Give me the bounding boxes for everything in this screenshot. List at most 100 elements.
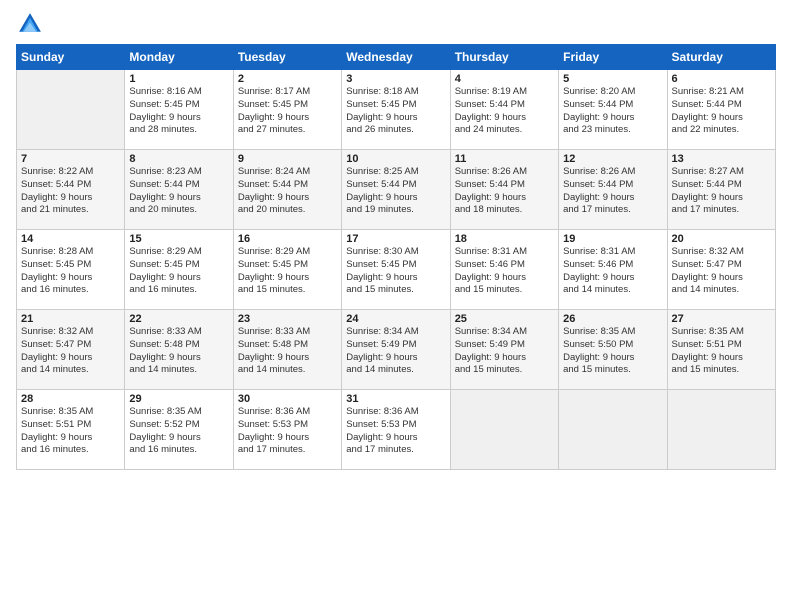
day-number: 3 <box>346 73 445 85</box>
day-number: 17 <box>346 233 445 245</box>
day-info: Sunrise: 8:32 AMSunset: 5:47 PMDaylight:… <box>672 246 771 297</box>
day-number: 24 <box>346 313 445 325</box>
calendar-week-2: 14Sunrise: 8:28 AMSunset: 5:45 PMDayligh… <box>17 230 776 310</box>
day-number: 2 <box>238 73 337 85</box>
calendar-cell <box>667 390 775 470</box>
day-info: Sunrise: 8:29 AMSunset: 5:45 PMDaylight:… <box>129 246 228 297</box>
calendar-cell: 3Sunrise: 8:18 AMSunset: 5:45 PMDaylight… <box>342 70 450 150</box>
calendar-cell: 15Sunrise: 8:29 AMSunset: 5:45 PMDayligh… <box>125 230 233 310</box>
calendar-cell: 1Sunrise: 8:16 AMSunset: 5:45 PMDaylight… <box>125 70 233 150</box>
calendar-cell: 28Sunrise: 8:35 AMSunset: 5:51 PMDayligh… <box>17 390 125 470</box>
day-info: Sunrise: 8:28 AMSunset: 5:45 PMDaylight:… <box>21 246 120 297</box>
calendar-cell: 4Sunrise: 8:19 AMSunset: 5:44 PMDaylight… <box>450 70 558 150</box>
calendar-cell: 9Sunrise: 8:24 AMSunset: 5:44 PMDaylight… <box>233 150 341 230</box>
header-monday: Monday <box>125 45 233 70</box>
day-info: Sunrise: 8:35 AMSunset: 5:52 PMDaylight:… <box>129 406 228 457</box>
page-container: SundayMondayTuesdayWednesdayThursdayFrid… <box>0 0 792 480</box>
calendar-cell: 10Sunrise: 8:25 AMSunset: 5:44 PMDayligh… <box>342 150 450 230</box>
day-number: 13 <box>672 153 771 165</box>
day-info: Sunrise: 8:35 AMSunset: 5:50 PMDaylight:… <box>563 326 662 377</box>
day-number: 9 <box>238 153 337 165</box>
day-number: 5 <box>563 73 662 85</box>
day-number: 12 <box>563 153 662 165</box>
day-info: Sunrise: 8:20 AMSunset: 5:44 PMDaylight:… <box>563 86 662 137</box>
calendar-cell: 23Sunrise: 8:33 AMSunset: 5:48 PMDayligh… <box>233 310 341 390</box>
day-info: Sunrise: 8:16 AMSunset: 5:45 PMDaylight:… <box>129 86 228 137</box>
day-info: Sunrise: 8:33 AMSunset: 5:48 PMDaylight:… <box>238 326 337 377</box>
day-info: Sunrise: 8:21 AMSunset: 5:44 PMDaylight:… <box>672 86 771 137</box>
day-info: Sunrise: 8:33 AMSunset: 5:48 PMDaylight:… <box>129 326 228 377</box>
calendar-cell: 13Sunrise: 8:27 AMSunset: 5:44 PMDayligh… <box>667 150 775 230</box>
calendar-cell: 25Sunrise: 8:34 AMSunset: 5:49 PMDayligh… <box>450 310 558 390</box>
day-info: Sunrise: 8:18 AMSunset: 5:45 PMDaylight:… <box>346 86 445 137</box>
calendar-week-4: 28Sunrise: 8:35 AMSunset: 5:51 PMDayligh… <box>17 390 776 470</box>
day-info: Sunrise: 8:17 AMSunset: 5:45 PMDaylight:… <box>238 86 337 137</box>
day-number: 1 <box>129 73 228 85</box>
day-info: Sunrise: 8:31 AMSunset: 5:46 PMDaylight:… <box>455 246 554 297</box>
day-info: Sunrise: 8:26 AMSunset: 5:44 PMDaylight:… <box>563 166 662 217</box>
day-info: Sunrise: 8:35 AMSunset: 5:51 PMDaylight:… <box>672 326 771 377</box>
day-info: Sunrise: 8:29 AMSunset: 5:45 PMDaylight:… <box>238 246 337 297</box>
day-number: 26 <box>563 313 662 325</box>
calendar-cell: 16Sunrise: 8:29 AMSunset: 5:45 PMDayligh… <box>233 230 341 310</box>
day-number: 8 <box>129 153 228 165</box>
header-tuesday: Tuesday <box>233 45 341 70</box>
day-info: Sunrise: 8:31 AMSunset: 5:46 PMDaylight:… <box>563 246 662 297</box>
calendar-cell: 21Sunrise: 8:32 AMSunset: 5:47 PMDayligh… <box>17 310 125 390</box>
day-info: Sunrise: 8:24 AMSunset: 5:44 PMDaylight:… <box>238 166 337 217</box>
day-number: 14 <box>21 233 120 245</box>
calendar-week-1: 7Sunrise: 8:22 AMSunset: 5:44 PMDaylight… <box>17 150 776 230</box>
header-wednesday: Wednesday <box>342 45 450 70</box>
calendar-cell <box>17 70 125 150</box>
calendar-cell: 14Sunrise: 8:28 AMSunset: 5:45 PMDayligh… <box>17 230 125 310</box>
calendar-table: SundayMondayTuesdayWednesdayThursdayFrid… <box>16 44 776 470</box>
calendar-cell <box>559 390 667 470</box>
day-info: Sunrise: 8:22 AMSunset: 5:44 PMDaylight:… <box>21 166 120 217</box>
logo-area <box>16 10 46 38</box>
day-info: Sunrise: 8:32 AMSunset: 5:47 PMDaylight:… <box>21 326 120 377</box>
calendar-cell: 11Sunrise: 8:26 AMSunset: 5:44 PMDayligh… <box>450 150 558 230</box>
calendar-cell: 19Sunrise: 8:31 AMSunset: 5:46 PMDayligh… <box>559 230 667 310</box>
day-number: 20 <box>672 233 771 245</box>
day-info: Sunrise: 8:36 AMSunset: 5:53 PMDaylight:… <box>346 406 445 457</box>
day-number: 22 <box>129 313 228 325</box>
day-number: 31 <box>346 393 445 405</box>
header-friday: Friday <box>559 45 667 70</box>
calendar-cell <box>450 390 558 470</box>
day-info: Sunrise: 8:23 AMSunset: 5:44 PMDaylight:… <box>129 166 228 217</box>
calendar-cell: 27Sunrise: 8:35 AMSunset: 5:51 PMDayligh… <box>667 310 775 390</box>
day-number: 30 <box>238 393 337 405</box>
calendar-cell: 5Sunrise: 8:20 AMSunset: 5:44 PMDaylight… <box>559 70 667 150</box>
header-thursday: Thursday <box>450 45 558 70</box>
day-number: 23 <box>238 313 337 325</box>
day-info: Sunrise: 8:36 AMSunset: 5:53 PMDaylight:… <box>238 406 337 457</box>
calendar-cell: 8Sunrise: 8:23 AMSunset: 5:44 PMDaylight… <box>125 150 233 230</box>
day-number: 16 <box>238 233 337 245</box>
day-info: Sunrise: 8:34 AMSunset: 5:49 PMDaylight:… <box>346 326 445 377</box>
calendar-cell: 26Sunrise: 8:35 AMSunset: 5:50 PMDayligh… <box>559 310 667 390</box>
calendar-week-0: 1Sunrise: 8:16 AMSunset: 5:45 PMDaylight… <box>17 70 776 150</box>
calendar-cell: 18Sunrise: 8:31 AMSunset: 5:46 PMDayligh… <box>450 230 558 310</box>
calendar-cell: 17Sunrise: 8:30 AMSunset: 5:45 PMDayligh… <box>342 230 450 310</box>
day-number: 25 <box>455 313 554 325</box>
calendar-header-row: SundayMondayTuesdayWednesdayThursdayFrid… <box>17 45 776 70</box>
day-info: Sunrise: 8:19 AMSunset: 5:44 PMDaylight:… <box>455 86 554 137</box>
day-number: 18 <box>455 233 554 245</box>
day-number: 15 <box>129 233 228 245</box>
day-number: 6 <box>672 73 771 85</box>
day-number: 11 <box>455 153 554 165</box>
day-number: 4 <box>455 73 554 85</box>
calendar-cell: 29Sunrise: 8:35 AMSunset: 5:52 PMDayligh… <box>125 390 233 470</box>
day-number: 21 <box>21 313 120 325</box>
top-row <box>16 10 776 40</box>
day-number: 29 <box>129 393 228 405</box>
day-info: Sunrise: 8:26 AMSunset: 5:44 PMDaylight:… <box>455 166 554 217</box>
header-saturday: Saturday <box>667 45 775 70</box>
logo-icon <box>16 10 44 38</box>
calendar-cell: 2Sunrise: 8:17 AMSunset: 5:45 PMDaylight… <box>233 70 341 150</box>
day-number: 19 <box>563 233 662 245</box>
day-info: Sunrise: 8:25 AMSunset: 5:44 PMDaylight:… <box>346 166 445 217</box>
calendar-cell: 12Sunrise: 8:26 AMSunset: 5:44 PMDayligh… <box>559 150 667 230</box>
header-sunday: Sunday <box>17 45 125 70</box>
calendar-cell: 31Sunrise: 8:36 AMSunset: 5:53 PMDayligh… <box>342 390 450 470</box>
